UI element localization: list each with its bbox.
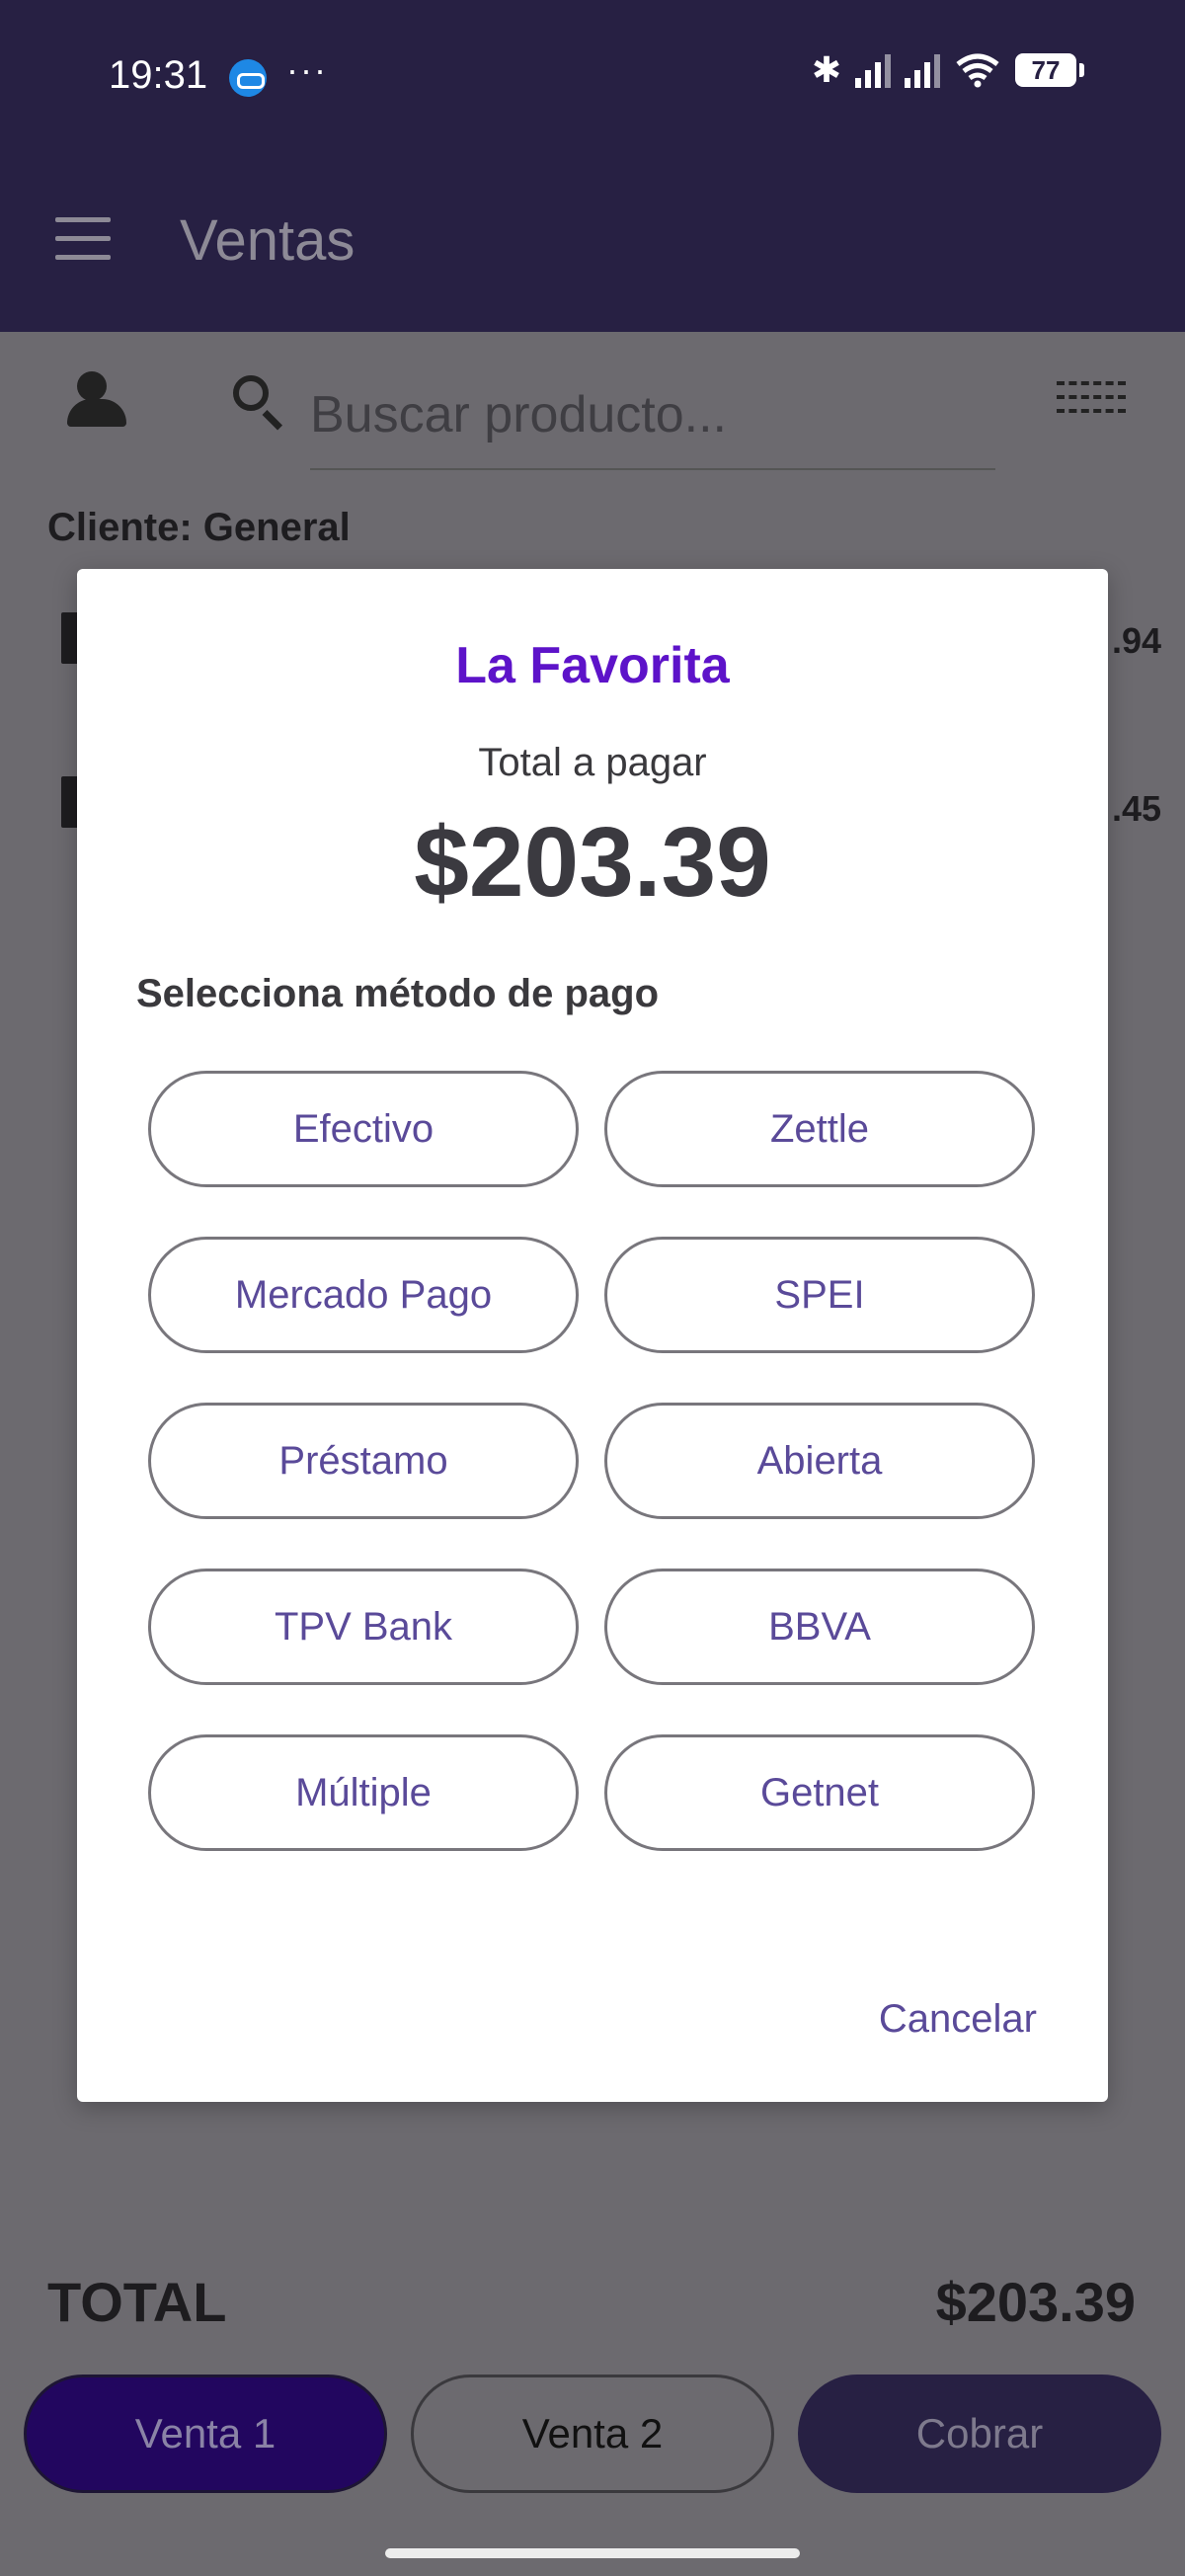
cobrar-button[interactable]: Cobrar <box>798 2375 1161 2493</box>
status-time: 19:31 <box>109 53 208 97</box>
gesture-nav-handle[interactable] <box>385 2548 800 2558</box>
battery-icon: 77 <box>1015 53 1084 87</box>
method-getnet-button[interactable]: Getnet <box>604 1734 1035 1851</box>
method-zettle-button[interactable]: Zettle <box>604 1071 1035 1187</box>
method-spei-button[interactable]: SPEI <box>604 1237 1035 1353</box>
more-notifications-icon: ··· <box>286 49 328 90</box>
method-multiple-button[interactable]: Múltiple <box>148 1734 579 1851</box>
total-label: TOTAL <box>47 2271 227 2333</box>
barcode-scan-icon[interactable] <box>1057 381 1126 431</box>
venta-2-tab[interactable]: Venta 2 <box>411 2375 774 2493</box>
cart-row-price: .45 <box>1111 788 1161 829</box>
payment-method-grid: Efectivo Zettle Mercado Pago SPEI Présta… <box>148 1071 1037 1851</box>
method-tpv-bank-button[interactable]: TPV Bank <box>148 1569 579 1685</box>
client-label: Cliente: General <box>47 506 351 549</box>
signal-icon-1 <box>855 52 891 88</box>
total-to-pay-label: Total a pagar <box>478 741 707 784</box>
app-bar: Ventas <box>0 148 1185 332</box>
status-icons: ✱ 77 <box>811 49 1084 91</box>
method-prestamo-button[interactable]: Préstamo <box>148 1403 579 1519</box>
method-efectivo-button[interactable]: Efectivo <box>148 1071 579 1187</box>
cart-row-price: .94 <box>1111 620 1161 661</box>
method-bbva-button[interactable]: BBVA <box>604 1569 1035 1685</box>
notification-app-icon <box>229 59 267 97</box>
payment-method-dialog: La Favorita Total a pagar $203.39 Selecc… <box>77 569 1108 2102</box>
search-toolbar <box>0 332 1185 480</box>
total-value: $203.39 <box>935 2271 1136 2333</box>
signal-icon-2 <box>905 52 940 88</box>
search-icon <box>233 375 288 431</box>
wifi-icon <box>956 53 999 88</box>
payment-method-label: Selecciona método de pago <box>136 972 660 1015</box>
method-abierta-button[interactable]: Abierta <box>604 1403 1035 1519</box>
method-mercado-pago-button[interactable]: Mercado Pago <box>148 1237 579 1353</box>
search-input[interactable] <box>310 362 995 470</box>
cancel-button[interactable]: Cancelar <box>879 1997 1037 2042</box>
bluetooth-icon: ✱ <box>811 49 841 90</box>
page-title: Ventas <box>180 208 356 273</box>
total-to-pay-amount: $203.39 <box>414 807 771 918</box>
venta-1-tab[interactable]: Venta 1 <box>24 2375 387 2493</box>
store-name: La Favorita <box>455 637 730 694</box>
client-select-icon[interactable] <box>67 371 130 431</box>
menu-icon[interactable] <box>55 217 111 260</box>
status-bar: 19:31 ··· ✱ 77 <box>0 0 1185 148</box>
